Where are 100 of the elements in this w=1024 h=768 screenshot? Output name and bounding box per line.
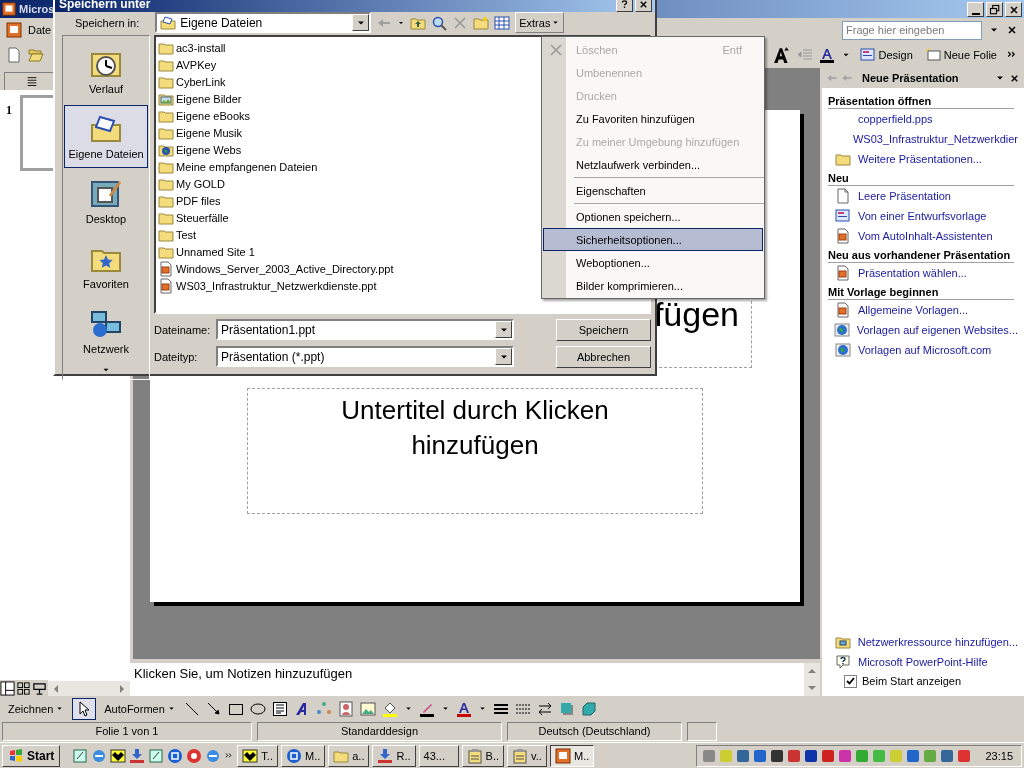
minimize-button[interactable] (967, 2, 984, 17)
taskbar-button[interactable]: R.. (372, 744, 416, 767)
new-document-icon[interactable] (6, 47, 22, 63)
menu-item[interactable]: Netzlaufwerk verbinden... (543, 153, 763, 176)
3d-box-icon[interactable] (580, 700, 597, 717)
notepad-icon[interactable] (148, 747, 165, 764)
slide-sorter-icon[interactable] (16, 680, 31, 696)
new-slide-icon (924, 47, 941, 63)
places-item[interactable]: Favoriten (64, 235, 148, 298)
menu-item[interactable]: Bilder komprimieren... (543, 274, 763, 297)
desktop-icon (90, 178, 122, 210)
task-link[interactable]: WS03_Infrastruktur_Netzwerkdier (828, 129, 1018, 149)
task-link[interactable]: copperfield.pps (828, 109, 1018, 129)
task-link[interactable]: Allgemeine Vorlagen... (828, 300, 1018, 320)
close-button[interactable] (1005, 2, 1022, 17)
browser-icon[interactable] (205, 747, 222, 764)
save-button[interactable]: Speichern (556, 318, 651, 341)
cancel-button[interactable]: Abbrechen (556, 345, 651, 368)
windows-logo-icon (8, 747, 24, 764)
tray-icon[interactable] (820, 747, 837, 764)
taskbar-button[interactable]: M.. (550, 744, 595, 767)
clipboard-icon (512, 747, 528, 764)
search-icon[interactable] (431, 14, 448, 31)
normal-view-icon[interactable] (0, 680, 15, 696)
taskbar-button[interactable]: T.. (237, 744, 278, 767)
field-label: Speichern in: (75, 16, 140, 29)
arrow-style-icon[interactable] (536, 700, 553, 717)
slide-show-icon[interactable] (32, 680, 47, 696)
menu-item[interactable]: Zu Favoriten hinzufügen (543, 107, 763, 130)
tray-icon[interactable] (735, 747, 752, 764)
menu-item[interactable]: Date (28, 24, 52, 36)
taskbar-button[interactable]: a.. (328, 744, 370, 767)
caret-down-icon[interactable] (440, 704, 450, 713)
select-tool-button[interactable] (72, 697, 97, 720)
task-link[interactable]: Leere Präsentation (828, 186, 1018, 206)
places-item[interactable]: Eigene Dateien (64, 105, 148, 168)
question-field[interactable]: Frage hier eingeben (842, 20, 982, 40)
caret-down-icon[interactable] (477, 704, 487, 713)
download-icon[interactable] (129, 747, 146, 764)
line-icon[interactable] (183, 700, 200, 717)
task-link[interactable]: Vorlagen auf Microsoft.com (828, 340, 1018, 360)
font-color-icon[interactable] (455, 700, 472, 717)
tray-icon[interactable] (752, 747, 769, 764)
draw-menu-button[interactable]: Zeichnen (6, 700, 67, 717)
file-name-field[interactable]: Präsentation1.ppt (216, 319, 514, 340)
close-icon (638, 0, 649, 10)
toolbar-button[interactable]: Neue Folie (921, 45, 1000, 65)
fill-color-icon[interactable] (381, 700, 398, 717)
arrow-icon[interactable] (205, 700, 222, 717)
presentation-icon[interactable] (6, 22, 22, 38)
taskbar-button[interactable]: 43... (418, 744, 459, 767)
places-item[interactable]: Verlauf (64, 40, 148, 103)
notepad-icon[interactable] (72, 747, 89, 764)
taskbar-button[interactable]: v.. (507, 744, 547, 767)
location-dropdown[interactable]: Eigene Dateien (155, 12, 372, 33)
tray-icon[interactable] (769, 747, 786, 764)
restore-button[interactable] (986, 2, 1003, 17)
picture-icon[interactable] (359, 700, 376, 717)
app-icon[interactable] (110, 747, 127, 764)
font-color-icon[interactable] (818, 47, 835, 63)
grow-font-icon[interactable] (772, 46, 791, 64)
tray-icon[interactable] (939, 747, 956, 764)
subtitle-placeholder[interactable]: Untertitel durch Klicken hinzufügen (247, 388, 703, 514)
task-link[interactable]: Weitere Präsentationen... (828, 149, 1018, 169)
checkbox[interactable] (844, 674, 857, 688)
task-link[interactable]: Microsoft PowerPoint-Hilfe (828, 652, 1018, 672)
help-button[interactable] (616, 0, 633, 12)
close-button[interactable] (635, 0, 652, 12)
tray-icon[interactable] (803, 747, 820, 764)
close-icon[interactable] (1006, 24, 1018, 36)
scrollbar[interactable] (48, 680, 130, 696)
file-type-dropdown[interactable]: Präsentation (*.ppt) (216, 346, 514, 367)
app-icon (242, 747, 259, 764)
extras-menu-button[interactable]: Extras (515, 12, 565, 33)
menu-item[interactable]: Weboptionen... (543, 251, 763, 274)
task-link[interactable]: Von einer Entwurfsvorlage (828, 206, 1018, 226)
menu-item[interactable]: Optionen speichern... (543, 205, 763, 228)
start-button[interactable]: Start (2, 744, 61, 767)
task-link[interactable]: Vorlagen auf eigenen Websites... (828, 320, 1018, 340)
autoshapes-menu-button[interactable]: AutoFormen (102, 700, 178, 717)
task-link[interactable]: Netzwerkressource hinzufügen... (828, 632, 1018, 652)
task-link[interactable]: Präsentation wählen... (828, 263, 1018, 283)
caret-down-icon[interactable] (403, 704, 413, 713)
open-folder-icon[interactable] (28, 47, 44, 63)
taskbar-button[interactable]: B.. (461, 744, 504, 767)
taskbar-button[interactable]: M.. (280, 744, 326, 767)
task-link[interactable]: Vom AutoInhalt-Assistenten (828, 226, 1018, 246)
scrollbar[interactable] (804, 663, 820, 696)
menu-item[interactable]: Eigenschaften (543, 179, 763, 202)
task-pane-title: Neue Präsentation (862, 72, 959, 84)
places-item[interactable]: Desktop (64, 170, 148, 233)
clip-art-icon[interactable] (337, 700, 354, 717)
text-box-icon[interactable] (271, 700, 288, 717)
tray-icon[interactable] (905, 747, 922, 764)
ellipse-icon[interactable] (249, 700, 266, 717)
views-icon[interactable] (494, 14, 511, 31)
places-item[interactable]: Netzwerk (64, 300, 148, 363)
toolbar-button[interactable]: Design (856, 45, 916, 65)
caret-down-icon (55, 704, 65, 713)
menu-item[interactable]: Sicherheitsoptionen... (543, 228, 763, 251)
